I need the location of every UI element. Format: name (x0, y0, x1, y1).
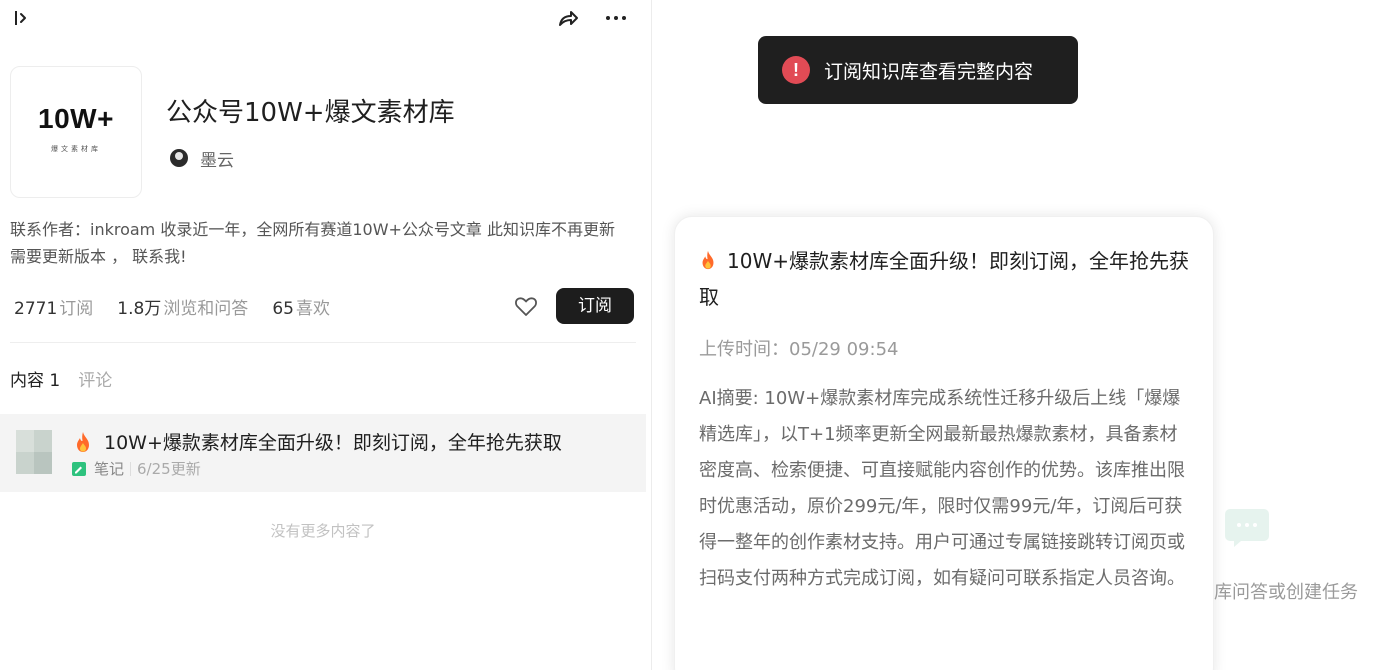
stat-likes: 65 喜欢 (272, 294, 330, 319)
stat-label: 浏览和问答 (163, 298, 249, 319)
meta-separator (130, 461, 132, 476)
detail-card-title-row: 10W+爆款素材库全面升级！即刻订阅，全年抢先获取 (699, 243, 1193, 315)
item-updated: 6/25更新 (137, 460, 201, 478)
empty-hint-text: 库问答或创建任务 (1214, 582, 1358, 603)
stat-label: 订阅 (59, 298, 94, 319)
detail-card-title: 10W+爆款素材库全面升级！即刻订阅，全年抢先获取 (699, 249, 1189, 309)
stat-subscriptions: 2771 订阅 (14, 294, 93, 319)
fire-icon (77, 431, 89, 452)
knowledge-base-description: 联系作者：inkroam 收录近一年，全网所有赛道10W+公众号文章 此知识库不… (10, 220, 616, 266)
item-title-row: 10W+爆款素材库全面升级！即刻订阅，全年抢先获取 (74, 428, 562, 455)
more-icon[interactable] (604, 8, 628, 28)
item-meta: 笔记 6/25更新 (72, 458, 201, 479)
knowledge-base-panel: 10W+ 爆文素材库 公众号10W+爆文素材库 墨云 联系作者：inkroam … (0, 0, 652, 670)
divider (10, 342, 636, 343)
toast-message: 订阅知识库查看完整内容 (824, 60, 1034, 83)
stat-value: 1.8万 (117, 298, 162, 319)
share-icon[interactable] (556, 6, 580, 30)
item-thumbnail (16, 430, 52, 474)
author-link[interactable]: 墨云 (170, 146, 234, 171)
cover-title: 10W+ (38, 103, 114, 134)
no-more-content: 没有更多内容了 (270, 522, 376, 540)
stat-label: 喜欢 (295, 298, 330, 319)
author-name: 墨云 (200, 150, 234, 171)
knowledge-base-cover: 10W+ 爆文素材库 (10, 66, 142, 198)
stat-views: 1.8万 浏览和问答 (117, 294, 248, 319)
stat-value: 65 (272, 298, 294, 319)
panel-toolbar (0, 0, 652, 38)
tab-comments[interactable]: 评论 (78, 366, 112, 391)
subscribe-toast: ! 订阅知识库查看完整内容 (758, 36, 1078, 104)
item-type: 笔记 (94, 460, 125, 478)
alert-icon: ! (782, 56, 810, 84)
stats-bar: 2771 订阅 1.8万 浏览和问答 65 喜欢 (14, 292, 354, 320)
heart-icon[interactable] (512, 292, 540, 320)
subscribe-button[interactable]: 订阅 (556, 288, 634, 324)
chat-bubble-icon (1225, 509, 1269, 547)
stat-value: 2771 (14, 298, 58, 319)
fire-icon (702, 250, 714, 270)
tab-content[interactable]: 内容 1 (10, 366, 60, 391)
detail-card: 10W+爆款素材库全面升级！即刻订阅，全年抢先获取 上传时间：05/29 09:… (674, 216, 1214, 670)
item-title: 10W+爆款素材库全面升级！即刻订阅，全年抢先获取 (104, 432, 562, 454)
sidebar-expand-icon[interactable] (12, 8, 32, 28)
content-tabs: 内容 1 评论 (10, 366, 112, 391)
list-item[interactable]: 10W+爆款素材库全面升级！即刻订阅，全年抢先获取 笔记 6/25更新 (0, 414, 646, 492)
cover-subtitle: 爆文素材库 (51, 145, 101, 153)
ai-summary: AI摘要: 10W+爆款素材库完成系统性迁移升级后上线「爆爆精选库」，以T+1频… (699, 388, 1185, 589)
knowledge-base-title: 公众号10W+爆文素材库 (166, 98, 455, 128)
note-icon (72, 461, 86, 476)
author-avatar (170, 149, 188, 167)
upload-time: 上传时间：05/29 09:54 (699, 339, 899, 360)
